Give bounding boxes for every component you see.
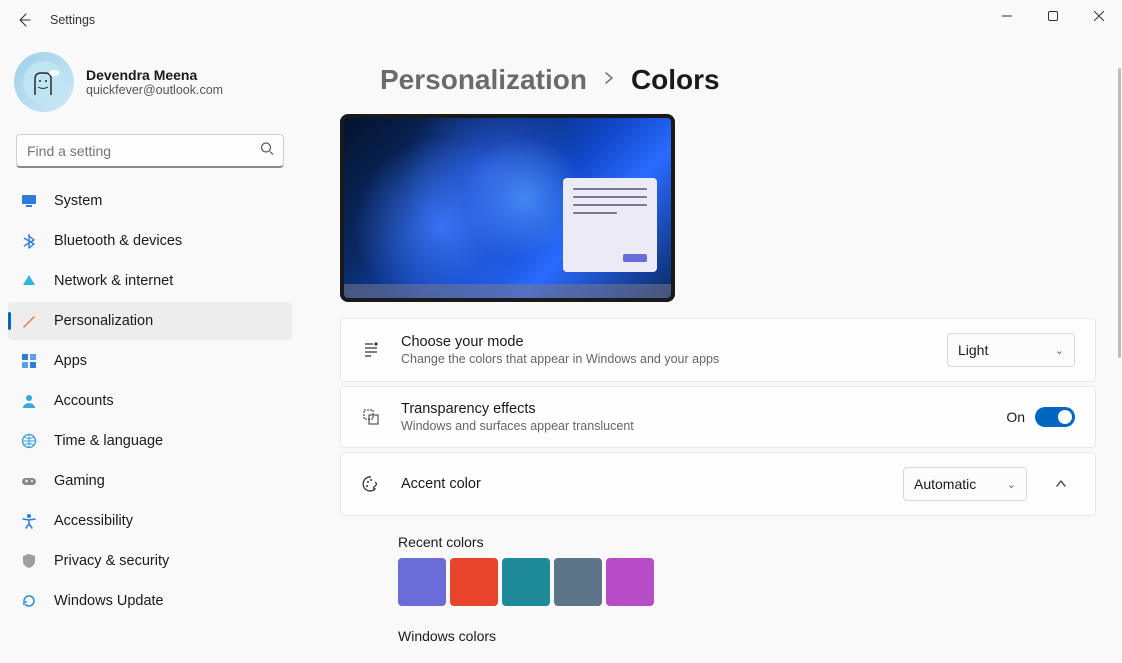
recent-color-swatches	[398, 558, 1076, 606]
window-title: Settings	[50, 13, 95, 27]
content: Personalization Colors Choose your mode …	[300, 40, 1122, 663]
update-icon	[20, 592, 38, 610]
sidebar-item-privacy-security[interactable]: Privacy & security	[8, 542, 292, 580]
person-icon	[20, 392, 38, 410]
sidebar-item-label: Bluetooth & devices	[54, 233, 182, 249]
brush-icon	[361, 340, 381, 360]
color-swatch[interactable]	[398, 558, 446, 606]
preview-taskbar	[344, 284, 671, 298]
sidebar-item-label: Windows Update	[54, 593, 164, 609]
palette-icon	[361, 474, 381, 494]
accent-collapse-button[interactable]	[1047, 478, 1075, 490]
sidebar-item-system[interactable]: System	[8, 182, 292, 220]
transparency-subtitle: Windows and surfaces appear translucent	[401, 419, 986, 433]
transparency-icon	[361, 407, 381, 427]
color-swatch[interactable]	[606, 558, 654, 606]
shield-icon	[20, 552, 38, 570]
sidebar-item-bluetooth-devices[interactable]: Bluetooth & devices	[8, 222, 292, 260]
accent-select[interactable]: Automatic ⌄	[903, 467, 1027, 501]
back-arrow-icon	[16, 12, 32, 28]
sidebar-item-label: Apps	[54, 353, 87, 369]
sidebar-item-network-internet[interactable]: Network & internet	[8, 262, 292, 300]
sidebar-item-apps[interactable]: Apps	[8, 342, 292, 380]
scrollbar-indicator[interactable]	[1118, 68, 1121, 358]
mode-selected: Light	[958, 342, 988, 358]
sidebar-item-windows-update[interactable]: Windows Update	[8, 582, 292, 620]
chevron-right-icon	[603, 71, 615, 89]
back-button[interactable]	[8, 4, 40, 36]
bluetooth-icon	[20, 232, 38, 250]
brush-icon	[20, 312, 38, 330]
mode-subtitle: Change the colors that appear in Windows…	[401, 352, 927, 366]
transparency-title: Transparency effects	[401, 401, 986, 417]
mode-select[interactable]: Light ⌄	[947, 333, 1075, 367]
chevron-down-icon: ⌄	[1055, 344, 1064, 357]
accent-expanded: Recent colors Windows colors	[340, 520, 1096, 662]
theme-preview	[340, 114, 675, 302]
transparency-toggle[interactable]	[1035, 407, 1075, 427]
sidebar-item-accounts[interactable]: Accounts	[8, 382, 292, 420]
sidebar-item-label: Time & language	[54, 433, 163, 449]
sidebar-item-label: Personalization	[54, 313, 153, 329]
mode-title: Choose your mode	[401, 334, 927, 350]
gamepad-icon	[20, 472, 38, 490]
titlebar: Settings	[0, 0, 1122, 40]
sidebar-item-gaming[interactable]: Gaming	[8, 462, 292, 500]
search-box	[16, 134, 284, 168]
color-swatch[interactable]	[554, 558, 602, 606]
maximize-button[interactable]	[1030, 0, 1076, 32]
sidebar: Devendra Meena quickfever@outlook.com Sy…	[0, 40, 300, 663]
monitor-icon	[20, 192, 38, 210]
profile-name: Devendra Meena	[86, 67, 223, 83]
sidebar-item-label: Privacy & security	[54, 553, 169, 569]
accent-title: Accent color	[401, 476, 883, 492]
sidebar-item-label: Gaming	[54, 473, 105, 489]
transparency-card: Transparency effects Windows and surface…	[340, 386, 1096, 448]
recent-colors-title: Recent colors	[398, 534, 1076, 550]
wifi-icon	[20, 272, 38, 290]
preview-window	[563, 178, 657, 272]
sidebar-item-label: Network & internet	[54, 273, 173, 289]
globe-icon	[20, 432, 38, 450]
window-controls	[984, 0, 1122, 32]
profile-block[interactable]: Devendra Meena quickfever@outlook.com	[4, 46, 296, 130]
sidebar-item-label: Accessibility	[54, 513, 133, 529]
profile-email: quickfever@outlook.com	[86, 83, 223, 97]
minimize-button[interactable]	[984, 0, 1030, 32]
nav-list: System Bluetooth & devices Network & inter…	[4, 182, 296, 620]
mode-card: Choose your mode Change the colors that …	[340, 318, 1096, 382]
sidebar-item-time-language[interactable]: Time & language	[8, 422, 292, 460]
sidebar-item-accessibility[interactable]: Accessibility	[8, 502, 292, 540]
color-swatch[interactable]	[502, 558, 550, 606]
apps-icon	[20, 352, 38, 370]
accessibility-icon	[20, 512, 38, 530]
search-input[interactable]	[16, 134, 284, 168]
breadcrumb: Personalization Colors	[380, 64, 1096, 96]
sidebar-item-personalization[interactable]: Personalization	[8, 302, 292, 340]
search-icon	[260, 142, 274, 161]
close-button[interactable]	[1076, 0, 1122, 32]
sidebar-item-label: System	[54, 193, 102, 209]
accent-card: Accent color Automatic ⌄	[340, 452, 1096, 516]
sidebar-item-label: Accounts	[54, 393, 114, 409]
transparency-state: On	[1006, 409, 1025, 425]
breadcrumb-current: Colors	[631, 64, 720, 96]
chevron-down-icon: ⌄	[1007, 478, 1016, 491]
accent-selected: Automatic	[914, 476, 976, 492]
color-swatch[interactable]	[450, 558, 498, 606]
breadcrumb-parent[interactable]: Personalization	[380, 64, 587, 96]
windows-colors-title: Windows colors	[398, 628, 1076, 644]
avatar	[14, 52, 74, 112]
